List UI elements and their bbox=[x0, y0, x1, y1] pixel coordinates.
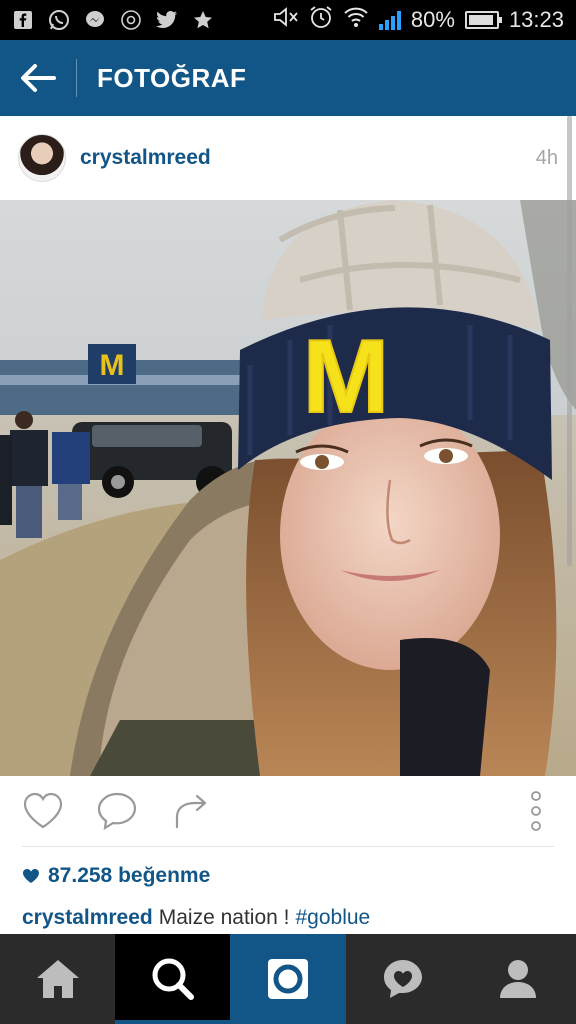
status-bar: 80% 13:23 bbox=[0, 0, 576, 40]
home-icon bbox=[36, 960, 79, 998]
heart-filled-icon bbox=[23, 869, 39, 883]
post-actions bbox=[0, 776, 576, 846]
battery-icon bbox=[464, 11, 502, 29]
app-header: FOTOĞRAF bbox=[0, 40, 576, 116]
star-icon bbox=[192, 9, 214, 31]
post-photo[interactable]: M M bbox=[0, 200, 576, 776]
comment-button[interactable] bbox=[96, 790, 138, 832]
comment-icon bbox=[97, 792, 137, 831]
nav-activity[interactable] bbox=[346, 934, 461, 1024]
nav-profile[interactable] bbox=[461, 934, 576, 1024]
hat-logo: M bbox=[303, 319, 390, 435]
share-arrow-icon bbox=[175, 794, 207, 829]
messenger-icon bbox=[84, 9, 106, 31]
post-username[interactable]: crystalmreed bbox=[80, 146, 211, 170]
caption-username[interactable]: crystalmreed bbox=[22, 906, 153, 930]
like-button[interactable] bbox=[22, 790, 64, 832]
heart-icon bbox=[23, 792, 63, 829]
photo-illustration: M M bbox=[0, 200, 576, 776]
more-options-button[interactable] bbox=[526, 790, 546, 832]
battery-percent: 80% bbox=[410, 7, 455, 32]
likes-count[interactable]: 87.258 beğenme bbox=[22, 860, 210, 892]
mute-icon bbox=[273, 6, 299, 34]
header-divider bbox=[76, 59, 77, 97]
caption-text: Maize nation ! bbox=[158, 906, 290, 929]
nav-home[interactable] bbox=[0, 934, 115, 1024]
share-button[interactable] bbox=[170, 790, 212, 832]
search-icon bbox=[152, 958, 194, 1000]
scrollbar[interactable] bbox=[567, 116, 572, 566]
likes-label: 87.258 beğenme bbox=[48, 864, 211, 887]
nav-search[interactable] bbox=[115, 934, 231, 1024]
clock: 13:23 bbox=[508, 7, 564, 32]
back-button[interactable] bbox=[0, 40, 76, 116]
whatsapp-icon bbox=[48, 9, 70, 31]
at-icon bbox=[120, 9, 142, 31]
stadium-sign: M bbox=[100, 349, 125, 382]
more-vertical-icon bbox=[531, 791, 541, 831]
caption-hashtag[interactable]: #goblue bbox=[296, 906, 371, 930]
camera-icon bbox=[268, 959, 308, 999]
twitter-icon bbox=[156, 9, 178, 31]
signal-icon bbox=[378, 10, 401, 30]
bottom-nav bbox=[0, 934, 576, 1024]
alarm-icon bbox=[309, 5, 333, 35]
actions-divider bbox=[22, 846, 554, 847]
post-header: crystalmreed 4h bbox=[0, 116, 576, 200]
back-arrow-icon bbox=[21, 64, 56, 92]
activity-icon bbox=[384, 960, 423, 998]
profile-icon bbox=[500, 960, 537, 998]
caption: crystalmreed Maize nation ! #goblue bbox=[22, 903, 370, 933]
post-timestamp: 4h bbox=[535, 146, 558, 169]
page-title: FOTOĞRAF bbox=[97, 62, 247, 93]
avatar[interactable] bbox=[18, 134, 66, 182]
nav-camera[interactable] bbox=[230, 934, 346, 1024]
facebook-icon bbox=[12, 9, 34, 31]
wifi-icon bbox=[343, 6, 369, 34]
